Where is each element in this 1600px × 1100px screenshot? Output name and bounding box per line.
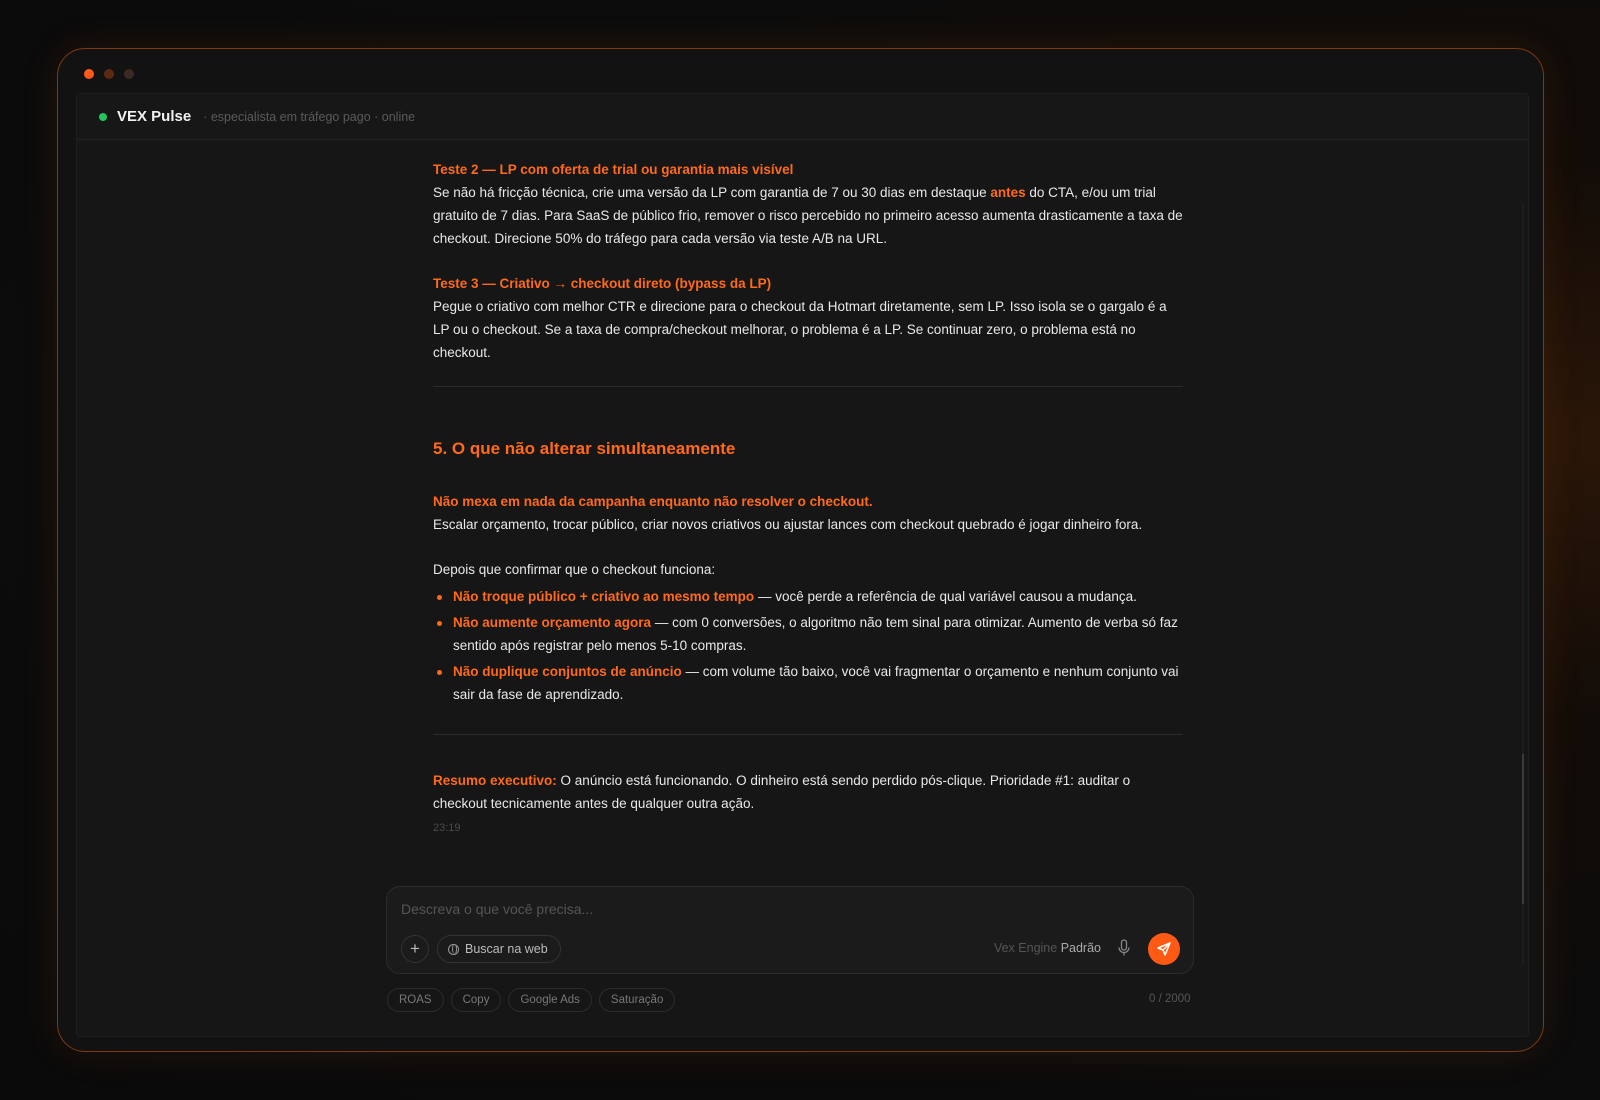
chip-saturacao[interactable]: Saturação	[598, 988, 676, 1012]
test2-heading: Teste 2 — LP com oferta de trial ou gara…	[433, 162, 794, 177]
summary-label: Resumo executivo:	[433, 773, 557, 788]
list-item-strong: Não troque público + criativo ao mesmo t…	[453, 589, 755, 604]
close-dot[interactable]	[84, 69, 94, 79]
engine-label: Vex Engine	[993, 941, 1058, 955]
quick-chips: ROAS Copy Google Ads Saturação	[387, 988, 676, 1012]
list-item-strong: Não aumente orçamento agora	[453, 615, 652, 630]
globe-icon	[448, 943, 459, 955]
app-title: VEX Pulse	[117, 108, 192, 125]
web-search-label: Buscar na web	[465, 942, 548, 956]
summary-block: Resumo executivo: O anúncio está funcion…	[433, 769, 1183, 815]
divider	[433, 386, 1183, 387]
list-item: Não aumente orçamento agora — com 0 conv…	[433, 611, 1183, 657]
section5-heading: 5. O que não alterar simultaneamente	[433, 439, 736, 458]
test3-text: Pegue o criativo com melhor CTR e direci…	[433, 299, 1167, 360]
chip-google-ads[interactable]: Google Ads	[508, 988, 592, 1012]
minimize-dot[interactable]	[104, 69, 114, 79]
list-item-strong: Não duplique conjuntos de anúncio	[453, 664, 682, 679]
assistant-message: Teste 2 — LP com oferta de trial ou gara…	[433, 158, 1183, 840]
char-counter: 0 / 2000	[1149, 993, 1191, 1005]
warning-block: Não mexa em nada da campanha enquanto nã…	[433, 490, 1183, 536]
chat-header: VEX Pulse · especialista em tráfego pago…	[77, 94, 1528, 140]
window-controls	[84, 69, 134, 79]
test3-block: Teste 3 — Criativo → checkout direto (by…	[433, 272, 1183, 364]
section5-intro: Depois que confirmar que o checkout func…	[433, 562, 716, 577]
app-window: VEX Pulse · especialista em tráfego pago…	[57, 48, 1544, 1052]
warning-text: Escalar orçamento, trocar público, criar…	[433, 517, 1143, 532]
message-composer: + Buscar na web Vex Engine Padrão	[386, 886, 1194, 974]
warning-heading: Não mexa em nada da campanha enquanto nã…	[433, 494, 873, 509]
chip-copy[interactable]: Copy	[450, 988, 502, 1012]
app-subtitle: · especialista em tráfego pago · online	[203, 109, 416, 124]
test2-text-a: Se não há fricção técnica, crie uma vers…	[433, 185, 991, 200]
send-icon	[1157, 942, 1171, 956]
engine-value: Padrão	[1060, 941, 1101, 955]
mic-icon[interactable]	[1117, 939, 1131, 957]
engine-selector[interactable]: Vex Engine Padrão	[994, 941, 1101, 955]
web-search-button[interactable]: Buscar na web	[437, 935, 561, 963]
list-item: Não troque público + criativo ao mesmo t…	[433, 585, 1183, 608]
message-input[interactable]	[401, 897, 1101, 921]
divider	[433, 734, 1183, 735]
attach-button[interactable]: +	[401, 935, 429, 963]
maximize-dot[interactable]	[124, 69, 134, 79]
test2-highlight: antes	[990, 185, 1026, 200]
send-button[interactable]	[1148, 933, 1180, 965]
rules-list: Não troque público + criativo ao mesmo t…	[433, 585, 1183, 706]
list-item-text: — você perde a referência de qual variáv…	[754, 589, 1137, 604]
plus-icon: +	[410, 939, 420, 958]
test3-heading: Teste 3 — Criativo → checkout direto (by…	[433, 276, 772, 291]
message-timestamp: 23:19	[433, 822, 461, 834]
test2-block: Teste 2 — LP com oferta de trial ou gara…	[433, 158, 1183, 250]
list-item: Não duplique conjuntos de anúncio — com …	[433, 660, 1183, 706]
chat-panel: VEX Pulse · especialista em tráfego pago…	[76, 93, 1529, 1037]
scrollbar-thumb[interactable]	[1522, 754, 1524, 904]
online-status-dot	[99, 112, 107, 121]
chip-roas[interactable]: ROAS	[387, 988, 444, 1012]
